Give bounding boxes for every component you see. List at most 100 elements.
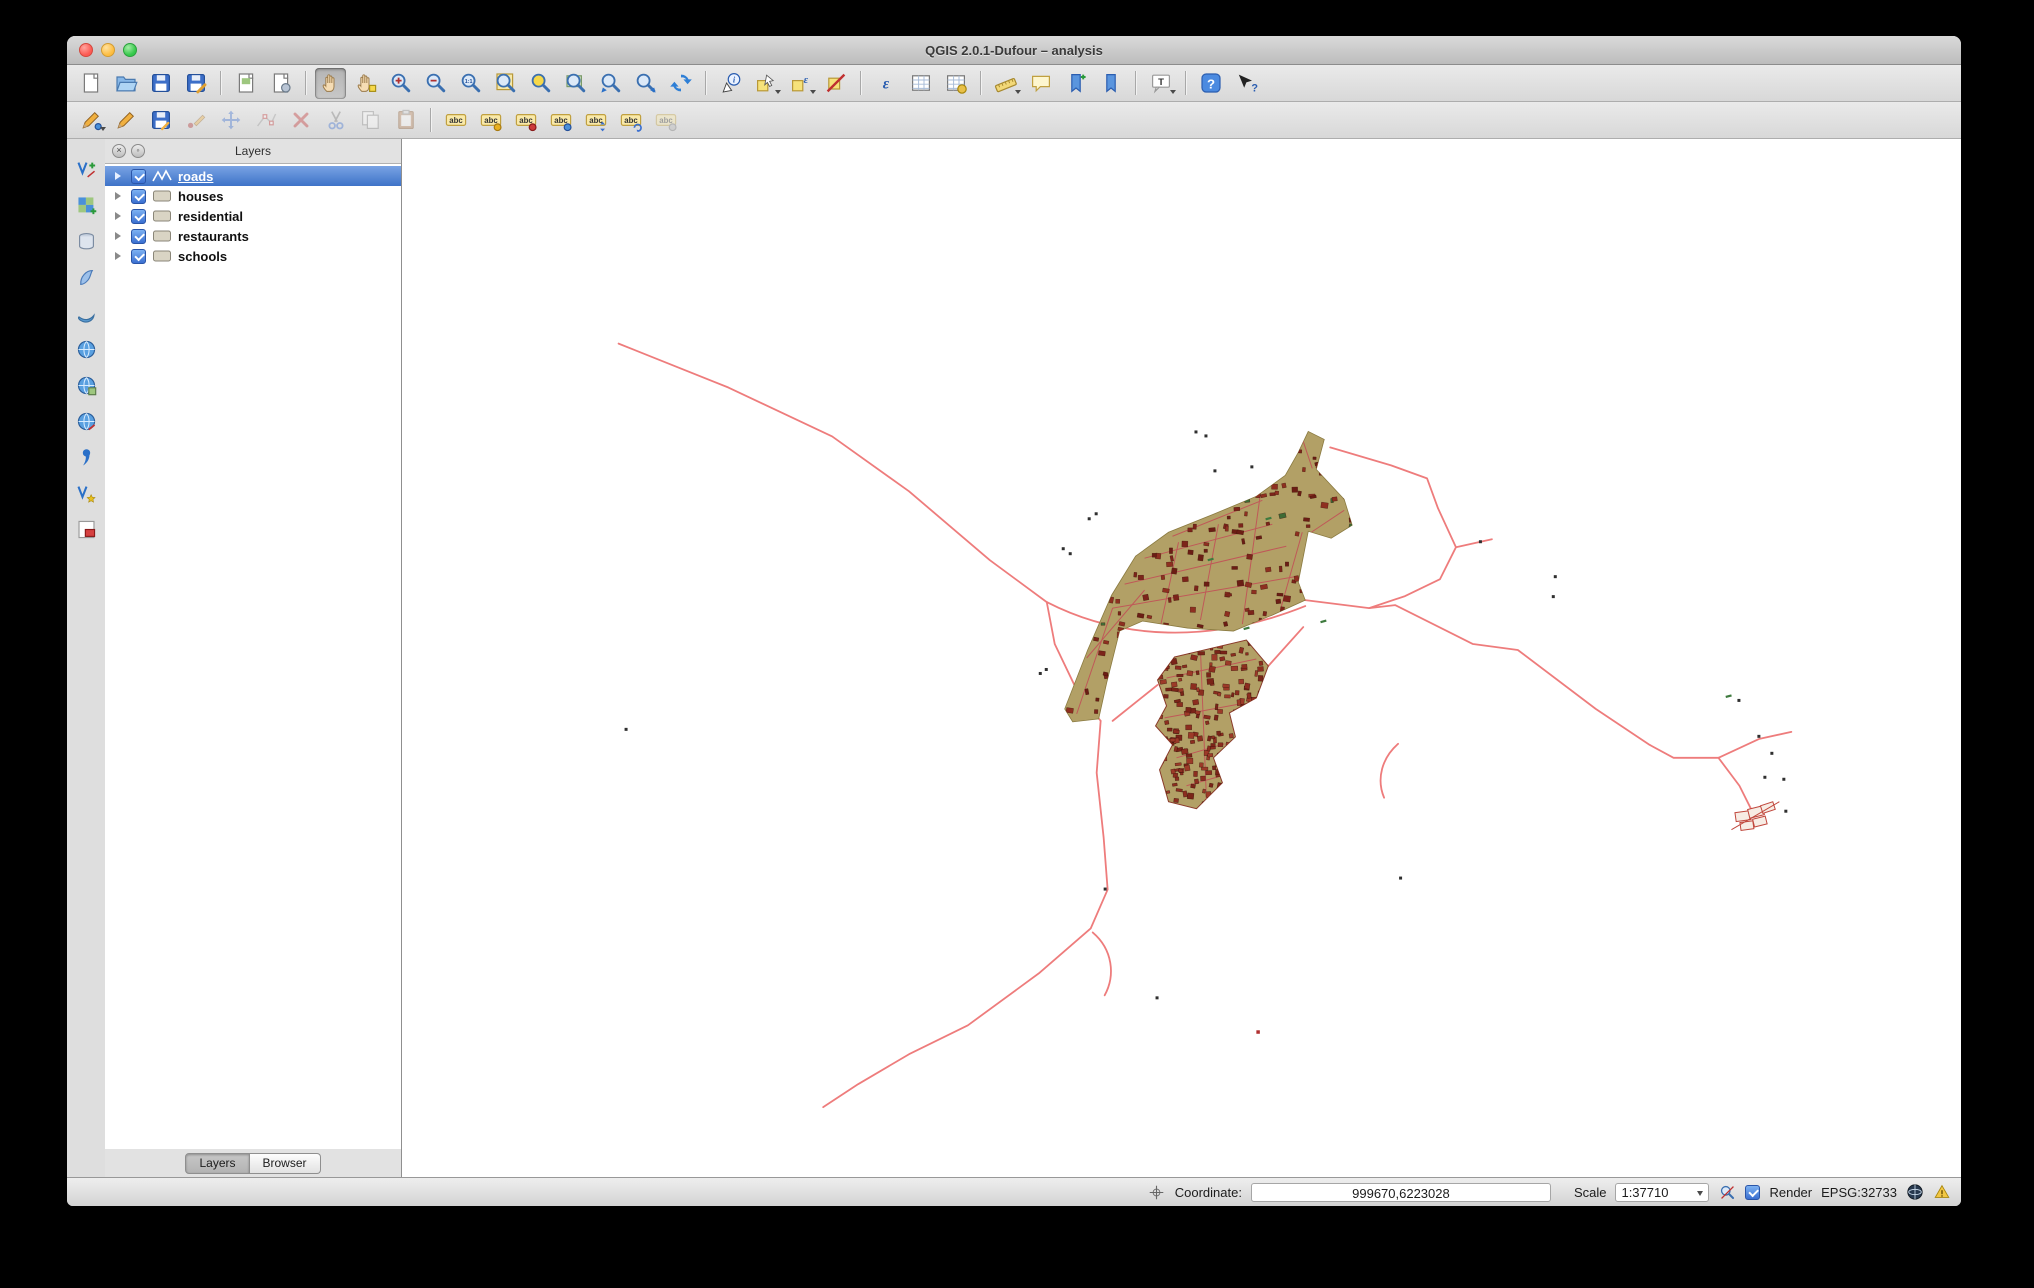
- labeling-button[interactable]: abc: [440, 105, 471, 136]
- add-feature-icon: [187, 114, 205, 129]
- text-annotation-button[interactable]: T: [1145, 68, 1176, 99]
- refresh-button[interactable]: [665, 68, 696, 99]
- current-edits-button[interactable]: [75, 105, 106, 136]
- add-spatialite-layer-button[interactable]: [72, 263, 101, 292]
- label-show-icon: abc: [550, 114, 572, 132]
- zoom-to-layer-button[interactable]: [560, 68, 591, 99]
- copy-features-button[interactable]: [355, 105, 386, 136]
- cut-features-button[interactable]: [320, 105, 351, 136]
- minimize-button[interactable]: [101, 43, 115, 57]
- messages-log-button[interactable]: [1933, 1183, 1951, 1201]
- field-calculator-button[interactable]: [940, 68, 971, 99]
- zoom-last-button[interactable]: [595, 68, 626, 99]
- pan-to-selection-button[interactable]: [350, 68, 381, 99]
- zoom-in-button[interactable]: [385, 68, 416, 99]
- identify-button[interactable]: i: [715, 68, 746, 99]
- zoom-out-button[interactable]: [420, 68, 451, 99]
- layers-panel-header[interactable]: × ◦ Layers: [105, 139, 401, 163]
- label-properties-button[interactable]: abc: [650, 105, 681, 136]
- magnifier-icon[interactable]: [1718, 1183, 1736, 1201]
- layer-checkbox[interactable]: [131, 168, 146, 184]
- label-rotate-button[interactable]: abc: [615, 105, 646, 136]
- save-layer-edits-button[interactable]: [145, 105, 176, 136]
- help-button[interactable]: ?: [1195, 68, 1226, 99]
- panel-close-button[interactable]: ×: [112, 144, 126, 158]
- render-checkbox[interactable]: [1745, 1184, 1761, 1200]
- remove-layer-button[interactable]: [72, 515, 101, 544]
- expand-icon[interactable]: [115, 192, 125, 200]
- new-composer-button[interactable]: [230, 68, 261, 99]
- new-bookmark-button[interactable]: [1060, 68, 1091, 99]
- add-wcs-layer-button[interactable]: [72, 371, 101, 400]
- label-red-button[interactable]: abc: [510, 105, 541, 136]
- measure-button[interactable]: [990, 68, 1021, 99]
- attribute-table-button[interactable]: [905, 68, 936, 99]
- label-move-button[interactable]: abc: [580, 105, 611, 136]
- add-wms-layer-button[interactable]: [72, 335, 101, 364]
- expand-icon[interactable]: [115, 172, 125, 180]
- scale-combo[interactable]: 1:37710: [1615, 1182, 1710, 1202]
- add-postgis-layer-button[interactable]: [72, 227, 101, 256]
- title-bar[interactable]: QGIS 2.0.1-Dufour – analysis: [67, 36, 1961, 65]
- panel-tab-browser[interactable]: Browser: [249, 1152, 321, 1174]
- toolbar-separator: [980, 71, 981, 95]
- expand-icon[interactable]: [115, 212, 125, 220]
- layer-checkbox[interactable]: [131, 208, 146, 224]
- panel-float-button[interactable]: ◦: [131, 144, 145, 158]
- layer-checkbox[interactable]: [131, 228, 146, 244]
- select-features-button[interactable]: [750, 68, 781, 99]
- save-project-as-button[interactable]: [180, 68, 211, 99]
- new-shapefile-layer-button[interactable]: [72, 479, 101, 508]
- zoom-native-button[interactable]: 1:1: [455, 68, 486, 99]
- deselect-all-button[interactable]: [820, 68, 851, 99]
- add-vector-layer-button[interactable]: [72, 155, 101, 184]
- expand-icon[interactable]: [115, 232, 125, 240]
- layer-row-residential[interactable]: residential: [105, 206, 401, 226]
- add-wfs-layer-button[interactable]: [72, 407, 101, 436]
- whats-this-button[interactable]: ?: [1230, 68, 1261, 99]
- panel-tab-layers[interactable]: Layers: [185, 1152, 250, 1174]
- field-expression-button[interactable]: ε: [870, 68, 901, 99]
- open-project-button[interactable]: [110, 68, 141, 99]
- zoom-full-button[interactable]: [490, 68, 521, 99]
- add-delimited-text-layer-button[interactable]: [72, 443, 101, 472]
- new-project-button[interactable]: [75, 68, 106, 99]
- add-vector-layer-icon: [76, 162, 95, 178]
- label-pin-button[interactable]: abc: [475, 105, 506, 136]
- crs-status-button[interactable]: [1906, 1183, 1924, 1201]
- layer-checkbox[interactable]: [131, 248, 146, 264]
- add-mssql-layer-button[interactable]: [72, 299, 101, 328]
- delete-selected-button[interactable]: [285, 105, 316, 136]
- move-feature-button[interactable]: [215, 105, 246, 136]
- select-by-expression-icon: ε: [791, 74, 808, 92]
- label-show-button[interactable]: abc: [545, 105, 576, 136]
- pan-map-button[interactable]: [315, 67, 346, 99]
- layer-row-schools[interactable]: schools: [105, 246, 401, 266]
- layer-checkbox[interactable]: [131, 188, 146, 204]
- expand-icon[interactable]: [115, 252, 125, 260]
- zoom-next-button[interactable]: [630, 68, 661, 99]
- paste-features-button[interactable]: [390, 105, 421, 136]
- label-red-icon: abc: [515, 114, 537, 132]
- composer-manager-button[interactable]: [265, 68, 296, 99]
- status-bar: Coordinate: 999670,6223028 Scale 1:37710…: [67, 1177, 1961, 1206]
- coordinate-input[interactable]: 999670,6223028: [1250, 1182, 1551, 1202]
- save-project-as-icon: [186, 74, 206, 94]
- add-feature-button[interactable]: [180, 105, 211, 136]
- add-raster-layer-button[interactable]: [72, 191, 101, 220]
- zoom-to-selection-button[interactable]: [525, 68, 556, 99]
- show-bookmarks-button[interactable]: [1095, 68, 1126, 99]
- toggle-editing-button[interactable]: [110, 105, 141, 136]
- new-bookmark-icon: [1070, 74, 1086, 93]
- layer-row-roads[interactable]: roads: [105, 166, 401, 186]
- layer-row-houses[interactable]: houses: [105, 186, 401, 206]
- zoom-window-button[interactable]: [123, 43, 137, 57]
- node-tool-button[interactable]: [250, 105, 281, 136]
- map-canvas[interactable]: [402, 139, 1961, 1177]
- layer-row-restaurants[interactable]: restaurants: [105, 226, 401, 246]
- close-button[interactable]: [79, 43, 93, 57]
- layers-panel: × ◦ Layers roads houses residential restaur…: [105, 139, 402, 1177]
- map-tips-button[interactable]: [1025, 68, 1056, 99]
- select-by-expression-button[interactable]: ε: [785, 68, 816, 99]
- save-project-button[interactable]: [145, 68, 176, 99]
